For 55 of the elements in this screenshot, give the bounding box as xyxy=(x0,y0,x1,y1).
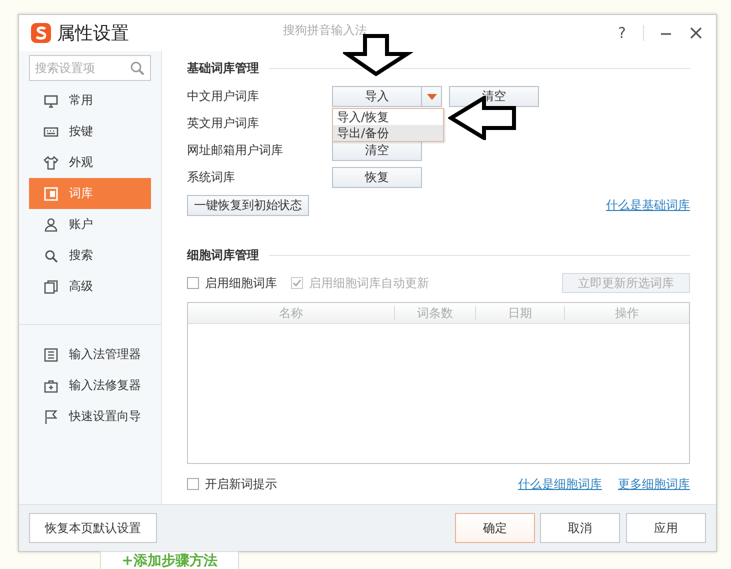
caret-icon xyxy=(426,94,436,100)
shirt-icon xyxy=(43,154,59,170)
logo-icon xyxy=(31,23,51,43)
sidebar-item[interactable]: 按键 xyxy=(29,116,151,147)
window-title: 属性设置 xyxy=(57,22,129,45)
sidebar-item[interactable]: 账户 xyxy=(29,209,151,240)
sidebar-item[interactable]: 常用 xyxy=(29,85,151,116)
dialog-button[interactable]: 取消 xyxy=(540,513,620,543)
action-button[interactable]: 恢复 xyxy=(332,167,422,188)
row-label: 中文用户词库 xyxy=(187,88,260,105)
row-label: 英文用户词库 xyxy=(187,115,260,132)
restore-defaults-button[interactable]: 恢复本页默认设置 xyxy=(29,513,157,543)
row-label: 系统词库 xyxy=(187,169,236,186)
checkbox-label: 启用细胞词库自动更新 xyxy=(309,274,429,292)
monitor-icon xyxy=(43,92,59,108)
sidebar-item[interactable]: 输入法管理器 xyxy=(29,339,151,370)
section-title: 基础词库管理 xyxy=(187,57,690,79)
help-link[interactable]: 什么是细胞词库 xyxy=(518,476,602,492)
person-icon xyxy=(43,216,59,232)
search-icon xyxy=(43,248,59,264)
section-title: 细胞词库管理 xyxy=(187,244,690,266)
action-button[interactable]: 清空 xyxy=(332,140,422,161)
layers-icon xyxy=(43,278,59,294)
column-header: 名称 xyxy=(188,306,395,320)
import-button[interactable]: 导入 xyxy=(332,86,422,107)
search-icon xyxy=(129,60,145,76)
menu-item[interactable]: 导入/恢复 xyxy=(333,109,443,125)
sidebar-item[interactable]: 快速设置向导 xyxy=(29,401,151,432)
search-field[interactable]: 搜索设置项 xyxy=(29,55,151,81)
book-icon xyxy=(43,186,59,202)
kit-icon xyxy=(43,378,59,394)
row-label: 网址邮箱用户词库 xyxy=(187,142,284,159)
sidebar-item[interactable]: 输入法修复器 xyxy=(29,370,151,401)
flag-icon xyxy=(43,408,59,424)
dialog-button[interactable]: 应用 xyxy=(626,513,706,543)
column-header: 日期 xyxy=(476,306,565,320)
checkbox[interactable] xyxy=(187,478,199,490)
column-header: 词条数 xyxy=(395,306,476,320)
sidebar-item[interactable]: 外观 xyxy=(29,147,151,178)
checkbox-label: 开启新词提示 xyxy=(205,476,277,492)
menu-item[interactable]: 导出/备份 xyxy=(333,125,443,141)
annotation-arrow xyxy=(343,34,413,76)
help-link[interactable]: 更多细胞词库 xyxy=(618,476,690,492)
list-icon xyxy=(43,346,59,362)
help-link[interactable]: 什么是基础词库 xyxy=(606,197,690,214)
close-icon[interactable] xyxy=(689,26,703,40)
checkbox-label: 启用细胞词库 xyxy=(205,274,277,292)
dropdown-button[interactable] xyxy=(422,86,442,107)
help-button[interactable]: ? xyxy=(611,24,633,42)
column-header: 操作 xyxy=(614,306,640,320)
reset-button[interactable]: 一键恢复到初始状态 xyxy=(187,195,309,216)
sidebar-item[interactable]: 搜索 xyxy=(29,240,151,271)
checkbox[interactable] xyxy=(187,277,199,289)
sidebar-item[interactable]: 高级 xyxy=(29,271,151,302)
dialog-button[interactable]: 确定 xyxy=(455,513,535,543)
